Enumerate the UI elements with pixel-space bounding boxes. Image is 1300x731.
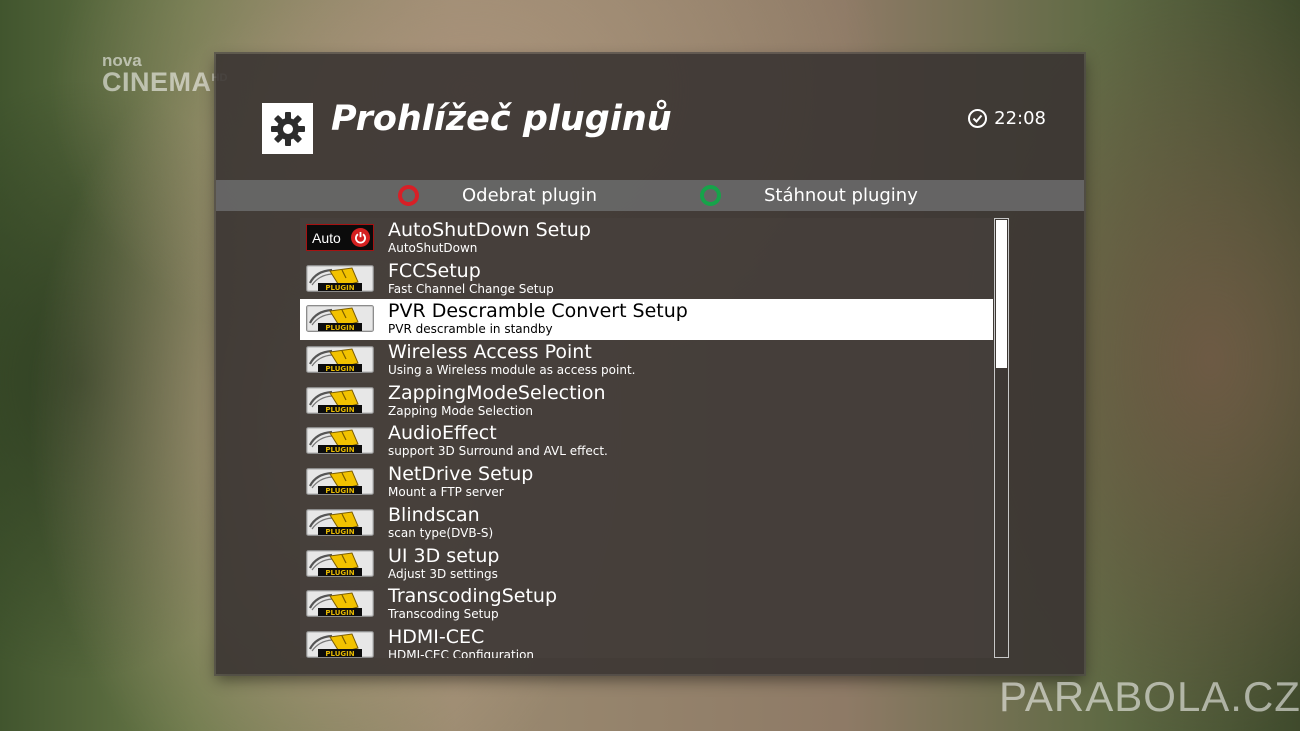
gear-icon: [262, 103, 313, 154]
channel-logo-line2: CINEMAHD: [102, 69, 227, 96]
plugin-icon: PLUGIN: [306, 305, 374, 333]
plugin-name: NetDrive Setup: [388, 463, 534, 486]
plugin-description: Mount a FTP server: [388, 485, 504, 500]
svg-text:PLUGIN: PLUGIN: [325, 569, 354, 577]
svg-text:PLUGIN: PLUGIN: [325, 609, 354, 617]
plugin-list-item[interactable]: PLUGIN TranscodingSetup Transcoding Setup: [300, 584, 993, 625]
svg-text:PLUGIN: PLUGIN: [325, 446, 354, 454]
plugin-icon: PLUGIN: [306, 264, 374, 292]
plugin-icon: PLUGIN: [306, 590, 374, 618]
plugin-icon: PLUGIN: [306, 427, 374, 455]
plugin-icon: PLUGIN: [306, 508, 374, 536]
plugin-description: HDMI-CEC Configuration: [388, 647, 535, 658]
plugin-description: support 3D Surround and AVL effect.: [388, 444, 608, 459]
red-button-icon: [398, 185, 419, 206]
plugin-name: TranscodingSetup: [388, 585, 558, 608]
plugin-description: Transcoding Setup: [388, 607, 499, 622]
svg-text:PLUGIN: PLUGIN: [325, 406, 354, 414]
clock: 22:08: [967, 108, 1046, 129]
svg-text:PLUGIN: PLUGIN: [325, 365, 354, 373]
channel-logo: nova CINEMAHD: [102, 52, 227, 96]
clock-time: 22:08: [994, 108, 1046, 129]
plugin-list-item[interactable]: Auto AutoShutDown Setup AutoShutDown: [300, 218, 993, 259]
plugin-icon: PLUGIN: [306, 346, 374, 374]
plugin-description: Adjust 3D settings: [388, 566, 498, 581]
plugin-name: Blindscan: [388, 503, 480, 526]
clock-icon: [968, 109, 988, 128]
plugin-description: Zapping Mode Selection: [388, 403, 533, 418]
plugin-list-item[interactable]: PLUGIN FCCSetup Fast Channel Change Setup: [300, 259, 993, 300]
color-button-bar: Odebrat plugin Stáhnout pluginy: [216, 180, 1084, 211]
plugin-list-item[interactable]: PLUGIN Blindscan scan type(DVB-S): [300, 503, 993, 544]
plugin-browser-window: Prohlížeč pluginů 22:08 Odebrat plugin S…: [216, 54, 1084, 674]
download-plugins-button[interactable]: Stáhnout pluginy: [700, 180, 918, 211]
remove-plugin-label: Odebrat plugin: [462, 185, 597, 206]
plugin-description: scan type(DVB-S): [388, 525, 494, 540]
svg-text:PLUGIN: PLUGIN: [325, 487, 354, 495]
plugin-list-item[interactable]: PLUGIN AudioEffect support 3D Surround an…: [300, 421, 993, 462]
plugin-list-item[interactable]: PLUGIN HDMI-CEC HDMI-CEC Configuration: [300, 625, 993, 658]
plugin-name: AutoShutDown Setup: [388, 219, 591, 241]
remove-plugin-button[interactable]: Odebrat plugin: [398, 180, 597, 211]
plugin-icon: PLUGIN: [306, 386, 374, 414]
plugin-icon: PLUGIN: [306, 468, 374, 496]
plugin-description: Fast Channel Change Setup: [388, 281, 554, 296]
auto-label: Auto: [312, 229, 341, 246]
plugin-name: UI 3D setup: [388, 544, 500, 567]
plugin-list[interactable]: Auto AutoShutDown Setup AutoShutDown PLUG…: [300, 218, 993, 658]
plugin-list-item[interactable]: PLUGIN UI 3D setup Adjust 3D settings: [300, 544, 993, 585]
power-icon: [351, 228, 370, 247]
plugin-icon: PLUGIN: [306, 549, 374, 577]
plugin-name: AudioEffect: [388, 422, 497, 445]
plugin-list-item[interactable]: PLUGIN Wireless Access Point Using a Wire…: [300, 340, 993, 381]
channel-logo-name: CINEMA: [102, 67, 212, 97]
plugin-list-item[interactable]: PLUGIN ZappingModeSelection Zapping Mode …: [300, 381, 993, 422]
svg-text:PLUGIN: PLUGIN: [325, 528, 354, 536]
plugin-name: Wireless Access Point: [388, 341, 592, 364]
plugin-list-item[interactable]: PLUGIN NetDrive Setup Mount a FTP server: [300, 462, 993, 503]
plugin-name: PVR Descramble Convert Setup: [388, 300, 688, 323]
plugin-description: Using a Wireless module as access point.: [388, 363, 636, 378]
green-button-icon: [700, 185, 721, 206]
watermark: PARABOLA.CZ: [999, 673, 1300, 720]
auto-power-icon: Auto: [306, 224, 374, 251]
plugin-description: PVR descramble in standby: [388, 322, 553, 337]
svg-text:PLUGIN: PLUGIN: [325, 650, 354, 658]
plugin-description: AutoShutDown: [388, 241, 478, 255]
plugin-list-item[interactable]: PLUGIN PVR Descramble Convert Setup PVR d…: [300, 299, 993, 341]
plugin-name: ZappingModeSelection: [388, 381, 606, 404]
svg-text:PLUGIN: PLUGIN: [325, 324, 354, 332]
plugin-icon: PLUGIN: [306, 630, 374, 658]
svg-text:PLUGIN: PLUGIN: [325, 284, 354, 292]
plugin-name: HDMI-CEC: [388, 625, 485, 648]
plugin-name: FCCSetup: [388, 259, 481, 282]
page-title: Prohlížeč pluginů: [331, 99, 672, 139]
scrollbar[interactable]: [994, 218, 1009, 658]
download-plugins-label: Stáhnout pluginy: [764, 185, 918, 206]
scrollbar-thumb[interactable]: [996, 220, 1007, 368]
